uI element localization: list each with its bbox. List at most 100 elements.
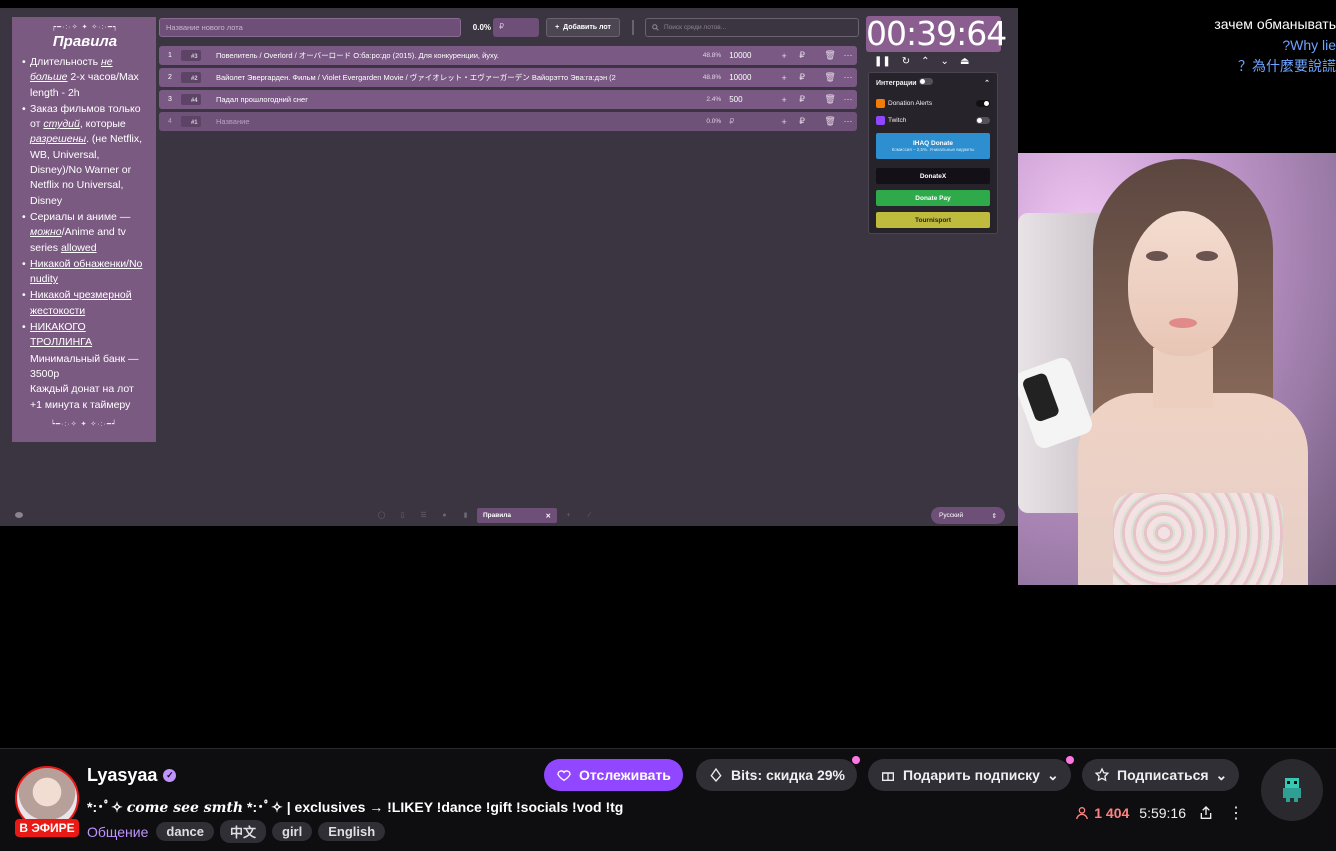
lot-search-input[interactable]: Поиск среди лотов... [645, 18, 859, 37]
stream-stats: 1 404 5:59:16 ⋮ [1074, 803, 1246, 823]
webcam-neck [1153, 348, 1213, 408]
plus-icon[interactable]: + [775, 51, 793, 61]
gift-sub-button[interactable]: Подарить подписку ⌄ [868, 756, 1074, 791]
heart-icon [557, 770, 571, 782]
notification-dot [852, 756, 860, 764]
trash-icon[interactable]: 🗑 [821, 50, 839, 61]
tag-chip[interactable]: 中文 [219, 820, 266, 843]
new-lot-amount-input[interactable]: ₽ [493, 18, 539, 37]
donation-alerts-toggle[interactable] [976, 100, 990, 107]
search-icon [652, 24, 659, 31]
notification-dot [1065, 756, 1074, 764]
twitch-toggle[interactable] [976, 117, 990, 124]
lot-tag: #1 [180, 116, 201, 127]
more-icon[interactable]: ⋯ [839, 116, 857, 127]
tag-chip[interactable]: girl [272, 822, 313, 841]
lot-amount[interactable]: ₽ [729, 117, 775, 126]
category-link[interactable]: Общение [87, 824, 148, 840]
follow-action: Отслеживать [544, 759, 683, 791]
close-icon[interactable]: ✕ [546, 512, 551, 520]
github-icon[interactable]: ◯ [372, 508, 391, 523]
plus-icon[interactable]: + [775, 73, 793, 83]
chevron-up-icon[interactable]: ⌃ [921, 56, 929, 67]
webcam-eye [1196, 251, 1218, 261]
trash-icon[interactable]: 🗑 [821, 72, 839, 83]
title-italic: come see smth [126, 800, 244, 816]
add-icon[interactable]: + [559, 508, 578, 523]
lot-row[interactable]: 3 #4 Падал прошлогодний снег 2.4% 500 + … [159, 90, 857, 109]
bits-button[interactable]: Bits: скидка 29% [696, 756, 860, 791]
lot-amount[interactable]: 10000 [729, 73, 775, 82]
ruble-icon[interactable]: ₽ [793, 72, 811, 83]
channel-extension-button[interactable] [1261, 759, 1323, 821]
lot-tag: #4 [180, 94, 201, 105]
lot-row-empty[interactable]: 4 #1 Название 0.0% ₽ + ₽ 🗑 ⋯ [159, 112, 857, 131]
more-icon[interactable]: ⋯ [839, 72, 857, 83]
panel-icon[interactable]: ▮ [456, 508, 475, 523]
channel-name[interactable]: Lyasyaa [87, 765, 157, 786]
rule-nudity: Никакой обнаженки/No nudity [22, 257, 148, 288]
rule-anime: Сериалы и аниме — можно/Anime and tv ser… [22, 210, 148, 256]
plus-icon[interactable]: + [775, 95, 793, 105]
trash-icon[interactable]: 🗑 [821, 94, 839, 105]
list-icon[interactable]: ☰ [414, 508, 433, 523]
subscribe-button[interactable]: Подписаться ⌄ [1082, 759, 1240, 791]
ruble-icon[interactable]: ₽ [793, 50, 811, 61]
integrations-toggle[interactable] [918, 78, 933, 85]
lot-row[interactable]: 1 #3 Повелитель / Overlord / オーバーロード O:б… [159, 46, 857, 65]
lot-name[interactable]: Падал прошлогодний снег [216, 95, 683, 104]
lot-tag: #3 [180, 50, 201, 61]
lot-name[interactable]: Повелитель / Overlord / オーバーロード O:ба:ро:… [216, 50, 683, 61]
chevron-down-icon: ⌄ [1046, 766, 1059, 783]
tag-chip[interactable]: dance [156, 822, 214, 841]
donatex-button[interactable]: DonateX [876, 168, 990, 184]
circle-icon[interactable]: ● [435, 508, 454, 523]
wand-icon[interactable]: ∕ [580, 508, 599, 523]
new-lot-input[interactable]: Название нового лота [159, 18, 461, 37]
lot-amount[interactable]: 10000 [729, 51, 775, 60]
rules-tab[interactable]: Правила ✕ [477, 508, 557, 523]
ruble-icon[interactable]: ₽ [793, 94, 811, 105]
more-icon[interactable]: ⋯ [839, 94, 857, 105]
follow-button[interactable]: Отслеживать [544, 759, 683, 791]
webcam-feed [1018, 153, 1336, 585]
eye-icon[interactable] [15, 512, 23, 518]
lot-pct: 2.4% [706, 96, 722, 103]
donatepay-label: Donate Pay [915, 194, 951, 202]
share-icon[interactable] [1196, 803, 1216, 823]
more-icon[interactable]: ⋯ [839, 50, 857, 61]
reset-icon[interactable]: ↻ [902, 56, 910, 67]
lot-amount[interactable]: 500 [729, 95, 775, 104]
lot-tag: #2 [180, 72, 201, 83]
tournisport-button[interactable]: Tournisport [876, 212, 990, 228]
tag-chip[interactable]: English [318, 822, 386, 841]
pause-icon[interactable]: ❚❚ [874, 56, 891, 67]
category-row: Общение dance 中文 girl English [87, 820, 386, 843]
gift-action: Подарить подписку ⌄ [868, 756, 1074, 791]
lot-row[interactable]: 2 #2 Вайолет Эвергарден. Фильм / Violet … [159, 68, 857, 87]
subscribe-action: Подписаться ⌄ [1082, 759, 1240, 791]
bits-label: Bits: скидка 29% [731, 767, 845, 783]
more-options-icon[interactable]: ⋮ [1226, 803, 1246, 823]
donatepay-button[interactable]: Donate Pay [876, 190, 990, 206]
language-select[interactable]: Русский ⇕ [931, 507, 1005, 524]
plus-icon[interactable]: + [775, 117, 793, 127]
stream-title: *:･ﾟ✧ come see smth *:･ﾟ✧ | exclusives →… [87, 797, 623, 817]
chevron-up-icon[interactable]: ⌃ [984, 79, 990, 87]
chevron-down-icon[interactable]: ⌄ [941, 56, 949, 67]
trash-icon[interactable]: 🗑 [821, 116, 839, 127]
lot-name[interactable]: Название [216, 117, 683, 126]
rule-trolling: НИКАКОГО ТРОЛЛИНГА [22, 320, 148, 351]
pipe-icon[interactable]: ▯ [393, 508, 412, 523]
donation-alerts-label: Donation Alerts [888, 100, 933, 108]
tournisport-label: Tournisport [915, 216, 951, 224]
new-lot-pct: 0.0% [472, 23, 491, 32]
lot-name[interactable]: Вайолет Эвергарден. Фильм / Violet Everg… [216, 72, 683, 83]
add-lot-button[interactable]: + Добавить лот [546, 18, 620, 37]
auction-timer: 00:39:64 [866, 14, 1007, 53]
ruble-icon[interactable]: ₽ [793, 116, 811, 127]
eject-icon[interactable]: ⏏ [960, 56, 969, 67]
ihaq-donate-button[interactable]: IHAQ Donate Комиссия – 2,5%. Уникальные … [876, 133, 990, 159]
bits-action: Bits: скидка 29% [696, 756, 860, 791]
channel-name-row: Lyasyaa ✓ [87, 765, 177, 786]
